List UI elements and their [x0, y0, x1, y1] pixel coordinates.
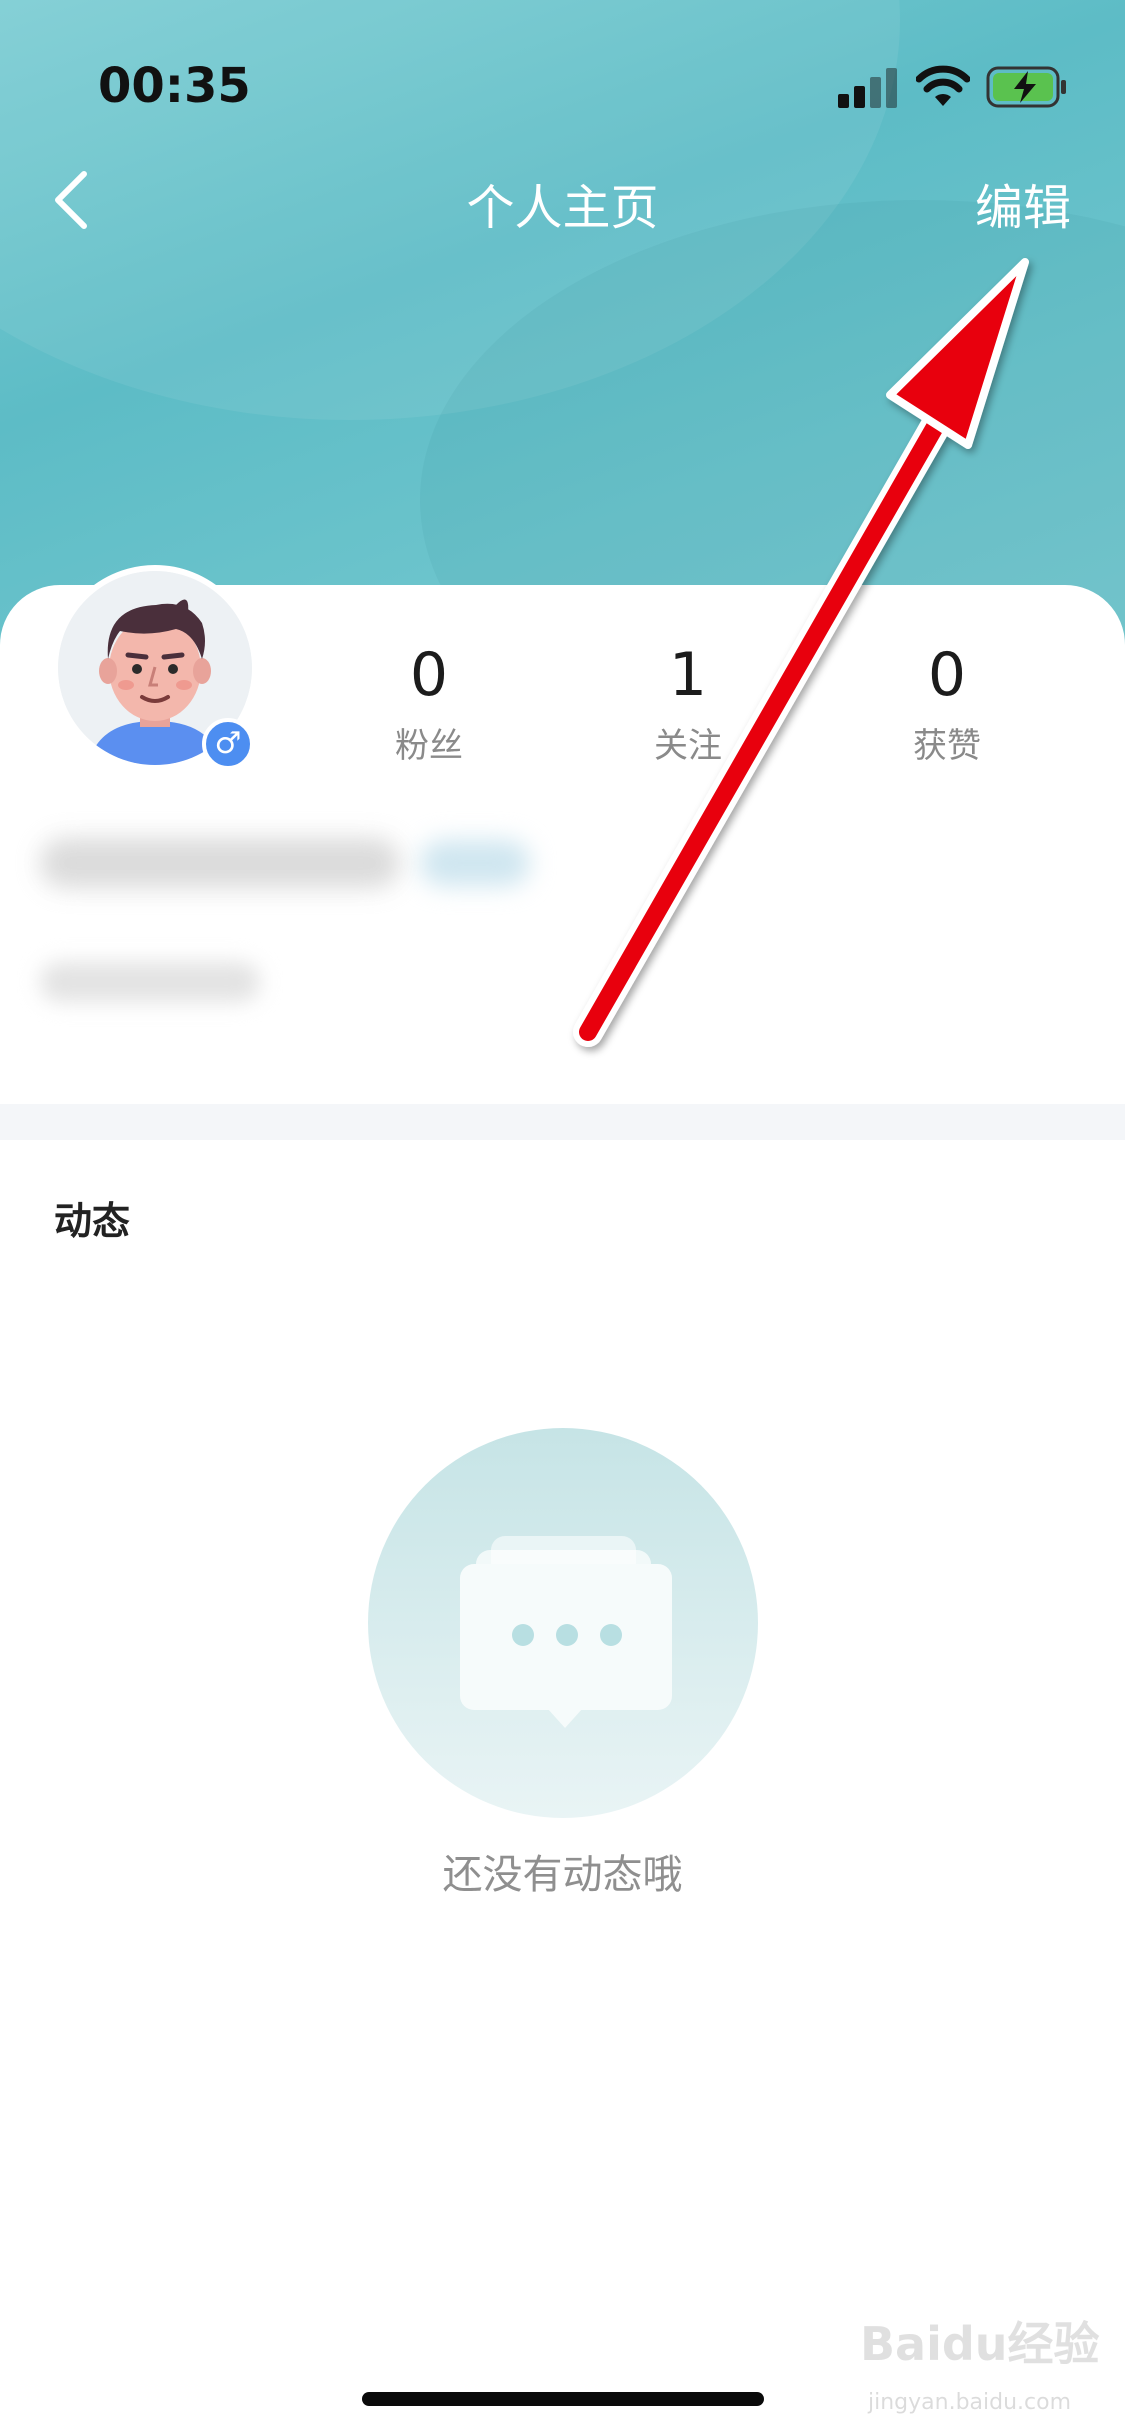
following-count[interactable]: 1	[588, 640, 788, 710]
ellipsis-dot	[556, 1624, 578, 1646]
empty-state-text: 还没有动态哦	[442, 1852, 683, 1898]
section-divider	[0, 1104, 1125, 1140]
likes-count[interactable]: 0	[847, 640, 1047, 710]
level-badge-blurred	[420, 840, 530, 886]
bio-blurred	[40, 962, 260, 1002]
home-indicator[interactable]	[362, 2392, 764, 2406]
followers-count[interactable]: 0	[329, 640, 529, 710]
cellular-signal-icon	[838, 62, 900, 108]
baidu-watermark: Baidu经验	[860, 2317, 1100, 2371]
chat-bubble-tail	[547, 1708, 583, 1728]
status-time: 00:35	[98, 58, 251, 114]
baidu-watermark-url: jingyan.baidu.com	[868, 2390, 1072, 2415]
edit-profile-button[interactable]: 编辑	[975, 168, 1071, 238]
feed-section-title: 动态	[54, 1199, 131, 1243]
followers-label[interactable]: 粉丝	[329, 718, 529, 767]
following-label[interactable]: 关注	[588, 718, 788, 767]
battery-charging-icon	[986, 66, 1066, 108]
page-title: 个人主页	[466, 180, 659, 236]
wifi-icon	[916, 65, 970, 106]
username-blurred	[40, 838, 400, 888]
likes-label[interactable]: 获赞	[847, 718, 1047, 767]
ellipsis-dot	[512, 1624, 534, 1646]
male-gender-icon: ♂	[202, 718, 254, 770]
ellipsis-dot	[600, 1624, 622, 1646]
